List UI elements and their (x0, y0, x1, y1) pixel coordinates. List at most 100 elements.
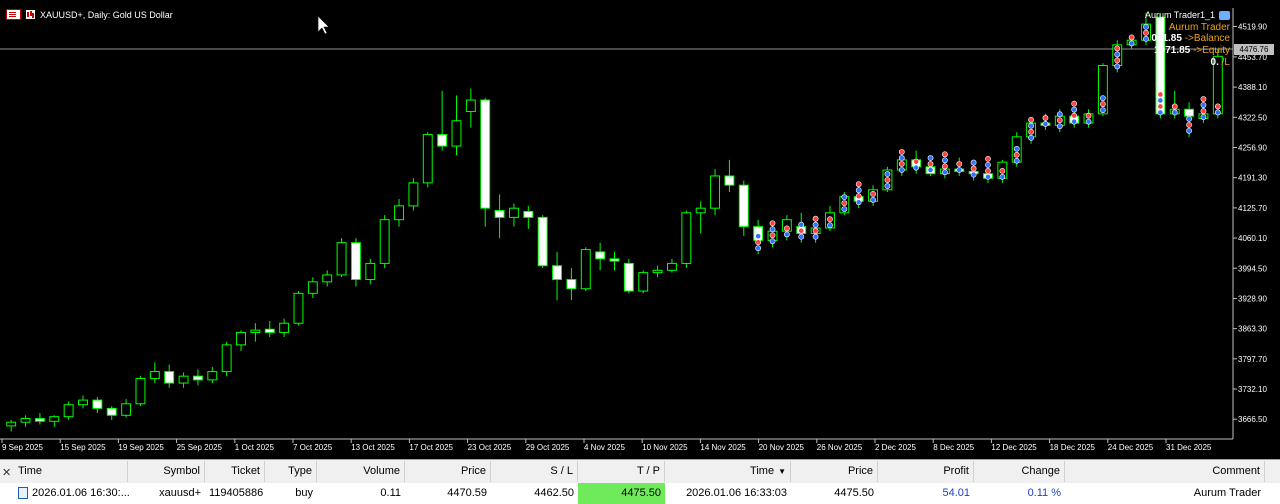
trade-marker (1071, 118, 1078, 125)
trade-marker (827, 222, 833, 229)
cell-price: 4470.59 (447, 487, 487, 499)
pl-line: 0. /L (1210, 57, 1230, 68)
trade-panel[interactable]: ✕ Time Symbol Ticket Type Volume Price S… (0, 459, 1280, 504)
sort-down-icon: ▼ (778, 467, 786, 476)
col-type[interactable]: Type (265, 461, 317, 482)
trade-marker (812, 221, 819, 228)
trade-marker (1071, 112, 1078, 119)
candle-body (279, 322, 290, 333)
trade-marker (970, 159, 977, 166)
candle-body (336, 242, 347, 276)
x-tick-label: 13 Oct 2025 (351, 443, 395, 452)
candle (135, 376, 146, 407)
trade-marker (1056, 123, 1063, 130)
candle-body (552, 265, 562, 281)
x-tick-label: 26 Nov 2025 (817, 443, 863, 452)
x-tick-label: 17 Oct 2025 (409, 443, 453, 452)
trade-marker (798, 233, 805, 240)
candle-body (480, 99, 491, 209)
candle (623, 258, 634, 294)
graduation-cap-icon[interactable] (1219, 10, 1230, 20)
y-tick-label: 4519.90 (1238, 22, 1267, 31)
table-row[interactable]: 2026.01.06 16:30:... xauusd+ 119405886 b… (0, 483, 1280, 504)
candle-body (20, 418, 31, 423)
y-tick-label: 4125.70 (1238, 204, 1267, 213)
trade-marker (1157, 91, 1164, 98)
col-profit[interactable]: Profit (878, 461, 974, 482)
y-tick-label: 4191.30 (1238, 174, 1267, 183)
trade-marker (769, 220, 776, 227)
trade-marker (1114, 45, 1121, 52)
trade-marker (913, 164, 920, 171)
x-tick-label: 18 Dec 2025 (1050, 443, 1096, 452)
col-change[interactable]: Change (974, 461, 1065, 482)
col-tp[interactable]: T / P (578, 461, 665, 482)
candle-body (566, 279, 577, 290)
trade-marker (927, 161, 934, 167)
candle-body (695, 207, 706, 214)
balance-line: 071.85 ->Balance (1151, 33, 1230, 44)
trade-marker (855, 181, 862, 188)
trade-marker (812, 227, 819, 234)
trade-marker (1056, 111, 1063, 118)
trade-marker (755, 233, 762, 240)
trade-marker (1028, 128, 1034, 135)
candle (379, 215, 390, 269)
ea-title: Aurum Trader (1168, 22, 1230, 33)
y-tick-label: 3666.50 (1238, 415, 1267, 424)
candlestick-chart: 4519.904453.704388.104322.504256.904191.… (0, 0, 1280, 459)
col-ticket[interactable]: Ticket (205, 461, 265, 482)
trade-marker (1214, 103, 1221, 110)
x-tick-label: 7 Oct 2025 (293, 443, 333, 452)
candle (537, 215, 548, 269)
candle-body (724, 175, 735, 186)
col-comment[interactable]: Comment (1065, 461, 1265, 482)
candle-body (494, 209, 505, 218)
y-tick-label: 3797.70 (1238, 355, 1267, 364)
candle (408, 178, 419, 211)
close-icon[interactable]: ✕ (2, 466, 11, 479)
candle (422, 132, 433, 188)
candle (710, 169, 721, 216)
col-close-price[interactable]: Price (791, 461, 878, 482)
trade-marker (1171, 103, 1178, 110)
trade-marker (812, 215, 819, 222)
trade-marker (1100, 95, 1106, 102)
trade-marker (798, 227, 805, 234)
price-chart[interactable]: 4519.90 4453.70 4388.10 4322.50 4256.90 4191.… (0, 0, 1280, 459)
trade-marker (1200, 114, 1207, 120)
candle-body (207, 371, 218, 381)
trade-marker (855, 187, 862, 194)
trade-marker (970, 165, 977, 172)
col-time[interactable]: Time (14, 461, 128, 482)
x-tick-label: 1 Oct 2025 (235, 443, 275, 452)
x-tick-label: 2 Dec 2025 (875, 443, 916, 452)
cell-symbol: xauusd+ (159, 487, 201, 499)
trade-marker (1200, 108, 1207, 114)
trade-marker (769, 238, 776, 245)
trade-marker (1114, 57, 1121, 64)
trade-marker (985, 155, 991, 162)
candle-body (106, 407, 117, 416)
trade-marker (1157, 97, 1164, 104)
cell-type: buy (295, 487, 313, 499)
col-volume[interactable]: Volume (317, 461, 405, 482)
col-close-time[interactable]: Time ▼ (665, 461, 791, 482)
col-price[interactable]: Price (405, 461, 491, 482)
cell-close-time: 2026.01.06 16:33:03 (686, 487, 787, 499)
col-sl[interactable]: S / L (491, 461, 578, 482)
trade-marker (783, 231, 790, 238)
candle-body (34, 418, 45, 422)
candle (336, 238, 347, 278)
trade-marker (985, 173, 991, 180)
trade-marker (870, 196, 876, 203)
x-tick-label: 23 Oct 2025 (468, 443, 512, 452)
candle-body (49, 416, 60, 422)
cell-sl: 4462.50 (534, 487, 574, 499)
candle-body (307, 281, 318, 294)
candle-body (149, 371, 160, 379)
candle-body (408, 182, 419, 207)
col-symbol[interactable]: Symbol (128, 461, 205, 482)
candle (63, 401, 74, 420)
y-tick-label: 3863.30 (1238, 325, 1267, 334)
